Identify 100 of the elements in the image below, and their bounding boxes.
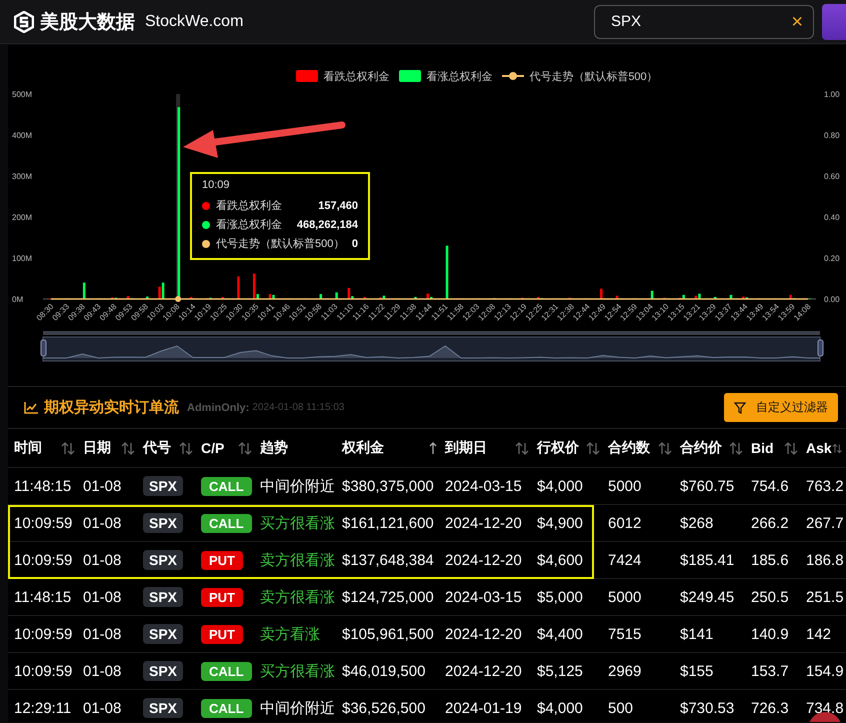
section-title: 期权异动实时订单流 [44,398,179,417]
table-cell-text: 01-08 [83,552,122,568]
tooltip-label: 代号走势（默认标普500） [216,236,344,251]
axis-tick-label: 300M [12,172,32,181]
axis-tick-label: 100M [12,254,32,263]
table-cell-text: 154.9 [806,662,845,680]
table-cell-text: 10:09:59 [14,552,74,568]
table-cell-text: 250.5 [751,588,790,606]
table-cell-text: 2024-01-19 [445,700,523,716]
table-cell-text: $249.45 [680,588,736,606]
table-cell-text: 卖方很看涨 [260,588,336,606]
table-cell-text: $161,121,600 [342,514,435,532]
table-cell-text: 5000 [608,478,642,494]
axis-tick-label: 200M [12,213,32,222]
axis-tick-label: 500M [12,90,32,99]
table-cell-text: $185.41 [680,552,736,568]
table-cell-text: 01-08 [83,514,122,532]
table-cell-text: 2969 [608,662,642,680]
table-cell-text: $4,000 [537,478,584,494]
admin-label: AdminOnly: [187,402,250,414]
table-cell-text: $5,125 [537,662,584,680]
table-cell-text: $124,725,000 [342,588,435,606]
table-cell-text: 140.9 [751,626,790,642]
option-type-badge: CALL [201,476,252,496]
axis-tick-label: 0M [12,295,24,304]
symbol-badge: SPX [143,661,184,681]
symbol-badge: SPX [143,476,184,496]
table-cell-text: $105,961,500 [342,626,435,642]
table-cell-text: 6012 [608,514,642,532]
table-cell-text: 卖方看涨 [260,624,321,644]
table-cell-text: 266.2 [751,514,790,532]
table-cell-text: 2024-03-15 [445,588,523,606]
table-cell-text: 734.8 [806,700,845,716]
table-cell-text: 2024-12-20 [445,662,523,680]
symbol-badge: SPX [143,698,184,718]
option-type-badge: CALL [201,514,252,532]
table-cell-text: 2024-12-20 [445,514,523,532]
tooltip-label: 看跌总权利金 [216,199,282,213]
table-cell-text: $268 [680,514,714,532]
tooltip-label: 看涨总权利金 [216,218,282,232]
table-cell-text: 500 [608,700,634,716]
tooltip-value: 468,262,184 [296,218,358,230]
table-cell-text: 763.2 [806,478,845,494]
table-cell-text: 01-08 [83,588,122,606]
table-cell-text: 2024-12-20 [445,552,523,568]
table-cell-text: $4,900 [537,514,584,532]
axis-tick-label: 0.20 [824,254,840,263]
symbol-badge: SPX [143,624,184,644]
table-cell-text: 01-08 [83,662,122,680]
axis-tick-label: 0.40 [824,213,840,222]
table-cell-text: 12:29:11 [14,700,72,716]
symbol-badge: SPX [143,550,184,570]
table-cell-text: 11:48:15 [14,588,72,606]
table-cell-text: 5000 [608,588,642,606]
table-cell-text: 2024-03-15 [445,478,523,494]
table-cell-text: 中间价附近 [260,698,336,718]
table-cell-text: 01-08 [83,478,122,494]
table-cell-text: $36,526,500 [342,700,426,716]
axis-tick-label: 1.00 [824,90,840,99]
option-type-badge: CALL [201,662,252,680]
table-cell-text: 726.3 [751,700,790,716]
table-cell-text: 01-08 [83,700,122,716]
table-cell-text: $760.75 [680,478,736,494]
table-cell-text: 买方很看涨 [260,662,336,680]
table-cell-text: 10:09:59 [14,514,74,532]
table-cell-text: 153.7 [751,662,790,680]
logo-text: 美股大数据 [40,10,135,34]
table-cell-text: 11:48:15 [14,478,72,494]
option-type-badge: PUT [201,624,243,644]
table-cell-text: 中间价附近 [260,476,336,496]
table-cell-text: 754.6 [751,478,790,494]
table-cell-text: 267.7 [806,514,845,532]
table-cell-text: 卖方很看涨 [260,550,336,570]
table-cell-text: $4,000 [537,700,584,716]
table-cell-text: $5,000 [537,588,584,606]
table-cell-text: $46,019,500 [342,662,426,680]
table-cell-text: 186.8 [806,552,845,568]
axis-tick-label: 0.60 [824,172,840,181]
table-cell-text: 买方很看涨 [260,514,336,532]
table-cell-text: $730.53 [680,700,736,716]
axis-tick-label: 0.80 [824,131,840,140]
symbol-badge: SPX [143,513,184,533]
axis-tick-label: 400M [12,131,32,140]
table-cell-text: $4,600 [537,552,584,568]
table-cell-text: $155 [680,662,714,680]
table-cell-text: $380,375,000 [342,478,435,494]
table-cell-text: 7424 [608,552,642,568]
table-cell-text: $137,648,384 [342,552,435,568]
table-cell-text: 10:09:59 [14,662,74,680]
option-type-badge: PUT [201,588,243,606]
option-type-badge: CALL [201,698,252,718]
table-cell-text: $141 [680,626,714,642]
tooltip-title: 10:09 [202,179,231,191]
table-cell-text: 01-08 [83,626,122,642]
option-type-badge: PUT [201,550,243,570]
axis-tick-label: 0.00 [824,295,840,304]
tooltip-value: 157,460 [318,200,358,212]
table-cell-text: 142 [806,626,832,642]
table-cell-text: 2024-12-20 [445,626,523,642]
site-name: StockWe.com [145,12,244,30]
